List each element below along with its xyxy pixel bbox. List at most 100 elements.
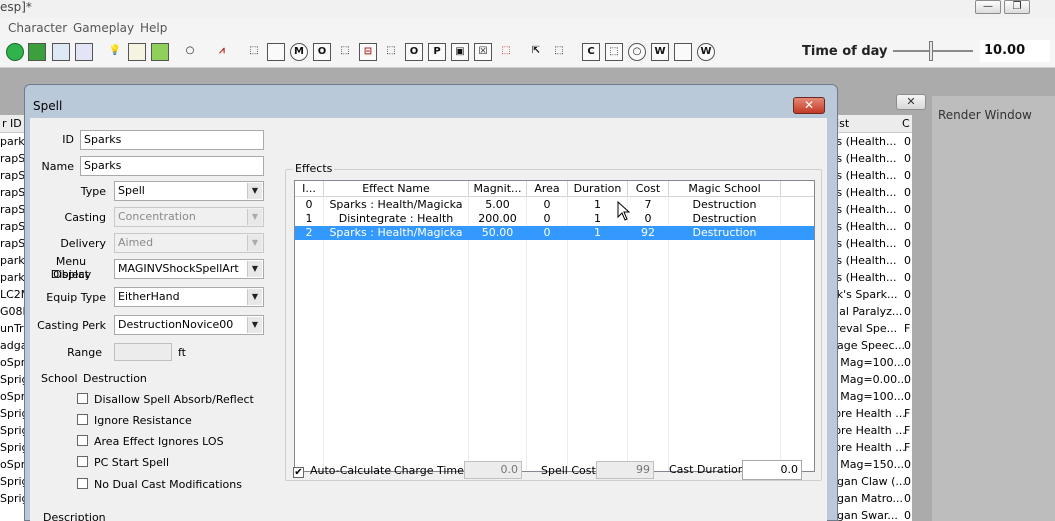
spell-list-row[interactable]: Treval Spe... F <box>826 320 912 337</box>
spell-list-row[interactable]: ak's Spark... 0 <box>826 286 912 303</box>
effect-row[interactable]: 2 Sparks : Health/Magicka 50.00 0 1 92 Destruc… <box>295 226 814 240</box>
chevron-down-icon[interactable]: ▼ <box>247 289 262 305</box>
effect-row[interactable]: 0 Sparks : Health/Magicka 5.00 0 1 7 Destructi… <box>295 198 814 212</box>
time-of-day-input[interactable]: 10.00 <box>980 40 1050 62</box>
spell-list-row[interactable]: cial Paralyz... 0 <box>826 303 912 320</box>
type-label: Type <box>80 185 106 198</box>
menu-gameplay[interactable]: Gameplay <box>73 21 134 35</box>
menu-character[interactable]: Character <box>8 21 67 35</box>
menu-help[interactable]: Help <box>140 21 167 35</box>
spell-list-row[interactable]: ': Mag=150... 0 <box>826 456 912 473</box>
spell-list-row[interactable]: tore Health ... F <box>826 405 912 422</box>
p-box-icon[interactable]: P <box>428 43 446 61</box>
equip-type-select[interactable]: EitherHand ▼ <box>114 287 264 307</box>
arrow-cube-icon[interactable]: ⇱ <box>527 43 545 61</box>
area-effect-los-checkbox[interactable]: Area Effect Ignores LOS <box>77 435 224 448</box>
w-circle-icon[interactable]: W <box>697 43 715 61</box>
occlusion-icon[interactable]: ⬚ <box>497 43 515 61</box>
effects-table[interactable]: I... Effect Name Magnit... Area Duration… <box>294 180 815 472</box>
spell-list-row-name: cial Paralyz... <box>830 305 903 318</box>
spell-list-row[interactable]: ggan Matro... 0 <box>826 490 912 507</box>
list-close-button[interactable]: ✕ <box>896 94 926 110</box>
nested-box-icon[interactable]: ▣ <box>451 43 469 61</box>
spell-list-row[interactable]: ks (Health... 0 <box>826 133 912 150</box>
cube-m-icon[interactable] <box>267 43 285 61</box>
spell-list-row[interactable]: ': Mag=100... 0 <box>826 354 912 371</box>
spell-list-row[interactable]: ks (Health... 0 <box>826 218 912 235</box>
col-effect-name[interactable]: Effect Name <box>324 181 469 197</box>
spell-list-row[interactable]: ': Mag=0.00... 0 <box>826 371 912 388</box>
restore-button[interactable]: ❐ <box>1004 0 1030 14</box>
casting-perk-select[interactable]: DestructionNovice00 ▼ <box>114 315 264 335</box>
split-box-icon[interactable]: ⊟ <box>359 43 377 61</box>
pc-start-spell-checkbox[interactable]: PC Start Spell <box>77 456 169 469</box>
sky-icon[interactable] <box>128 43 146 61</box>
type-select[interactable]: Spell ▼ <box>114 181 264 201</box>
col-cost[interactable]: Cost <box>628 181 669 197</box>
checkbox-box[interactable]: ✔ <box>293 467 304 478</box>
checkbox-box[interactable] <box>77 393 88 404</box>
spell-list-row[interactable]: ks (Health... 0 <box>826 201 912 218</box>
m-circle-icon[interactable]: M <box>290 43 308 61</box>
spell-list-row[interactable]: ks (Health... 0 <box>826 167 912 184</box>
w-box-icon[interactable]: W <box>651 43 669 61</box>
havok-icon[interactable] <box>52 43 70 61</box>
dialog-close-button[interactable]: ✕ <box>793 97 825 114</box>
o-circle-icon[interactable]: ○ <box>628 43 646 61</box>
minimize-button[interactable]: — <box>975 0 1001 14</box>
cube-icon[interactable]: ⬚ <box>245 43 263 61</box>
chevron-down-icon[interactable]: ▼ <box>247 183 262 199</box>
col-magnitude[interactable]: Magnit... <box>469 181 527 197</box>
spell-list-row[interactable]: ks (Health... 0 <box>826 184 912 201</box>
auto-calculate-checkbox[interactable]: ✔ Auto-Calculate <box>293 464 391 478</box>
col-duration[interactable]: Duration <box>568 181 628 197</box>
wf-box-icon[interactable] <box>674 43 692 61</box>
render-window[interactable]: Render Window <box>932 96 1055 521</box>
cube-icon-2[interactable]: ⬚ <box>336 43 354 61</box>
disallow-absorb-checkbox[interactable]: Disallow Spell Absorb/Reflect <box>77 393 254 406</box>
graph-icon[interactable]: ⩘ <box>213 43 231 61</box>
cube-icon-3[interactable]: ⬚ <box>382 43 400 61</box>
spell-list-row[interactable]: nage Speec... 0 <box>826 337 912 354</box>
spell-list-row[interactable]: tore Health ... F <box>826 422 912 439</box>
x-box-icon[interactable]: ☒ <box>474 43 492 61</box>
landscape-icon[interactable] <box>28 43 46 61</box>
id-input[interactable]: Sparks <box>80 130 264 150</box>
square-icon[interactable]: O <box>405 43 423 61</box>
effect-row[interactable]: 1 Disintegrate : Health 200.00 0 1 0 Destructi… <box>295 212 814 226</box>
lightbulb-icon[interactable]: 💡 <box>106 43 124 61</box>
spell-list-row[interactable]: ks (Health... 0 <box>826 235 912 252</box>
time-of-day-slider-track[interactable] <box>893 50 973 52</box>
speech-bubble-icon[interactable]: ○ <box>181 43 199 61</box>
spell-list-row[interactable]: ggan Claw (... 0 <box>826 473 912 490</box>
chevron-down-icon[interactable]: ▼ <box>247 261 262 277</box>
time-of-day-slider-thumb[interactable] <box>929 41 933 61</box>
col-index[interactable]: I... <box>295 181 324 197</box>
spell-list-row[interactable]: ks (Health... 0 <box>826 150 912 167</box>
col-area[interactable]: Area <box>527 181 568 197</box>
menu-display-object-select[interactable]: MAGINVShockSpellArt ▼ <box>114 259 264 279</box>
spell-list-row[interactable]: ': Mag=100... 0 <box>826 388 912 405</box>
grass-icon[interactable] <box>151 43 169 61</box>
cast-duration-input[interactable]: 0.0 <box>742 460 802 480</box>
green-sphere-icon[interactable] <box>6 43 24 61</box>
checkbox-box[interactable] <box>77 414 88 425</box>
spell-list-header-col[interactable]: C <box>902 115 910 133</box>
checkbox-box[interactable] <box>77 456 88 467</box>
name-input[interactable]: Sparks <box>80 156 264 176</box>
spell-list-row[interactable]: tore Health ... F <box>826 439 912 456</box>
cube-box-icon[interactable]: ⬚ <box>605 43 623 61</box>
col-magic-school[interactable]: Magic School <box>669 181 781 197</box>
cube-icon-4[interactable]: ⬚ <box>550 43 568 61</box>
chevron-down-icon[interactable]: ▼ <box>247 317 262 333</box>
c-box-icon[interactable]: C <box>582 43 600 61</box>
checkbox-box[interactable] <box>77 478 88 489</box>
spell-list-row[interactable]: ks (Health... 0 <box>826 269 912 286</box>
checkbox-box[interactable] <box>77 435 88 446</box>
spell-list-row[interactable]: ks (Health... 0 <box>826 252 912 269</box>
ignore-resistance-checkbox[interactable]: Ignore Resistance <box>77 414 192 427</box>
fx-icon[interactable] <box>75 43 93 61</box>
o-box-icon[interactable]: O <box>313 43 331 61</box>
no-dual-cast-checkbox[interactable]: No Dual Cast Modifications <box>77 478 242 491</box>
spell-list-row[interactable]: ggan Swar... 0 <box>826 507 912 521</box>
